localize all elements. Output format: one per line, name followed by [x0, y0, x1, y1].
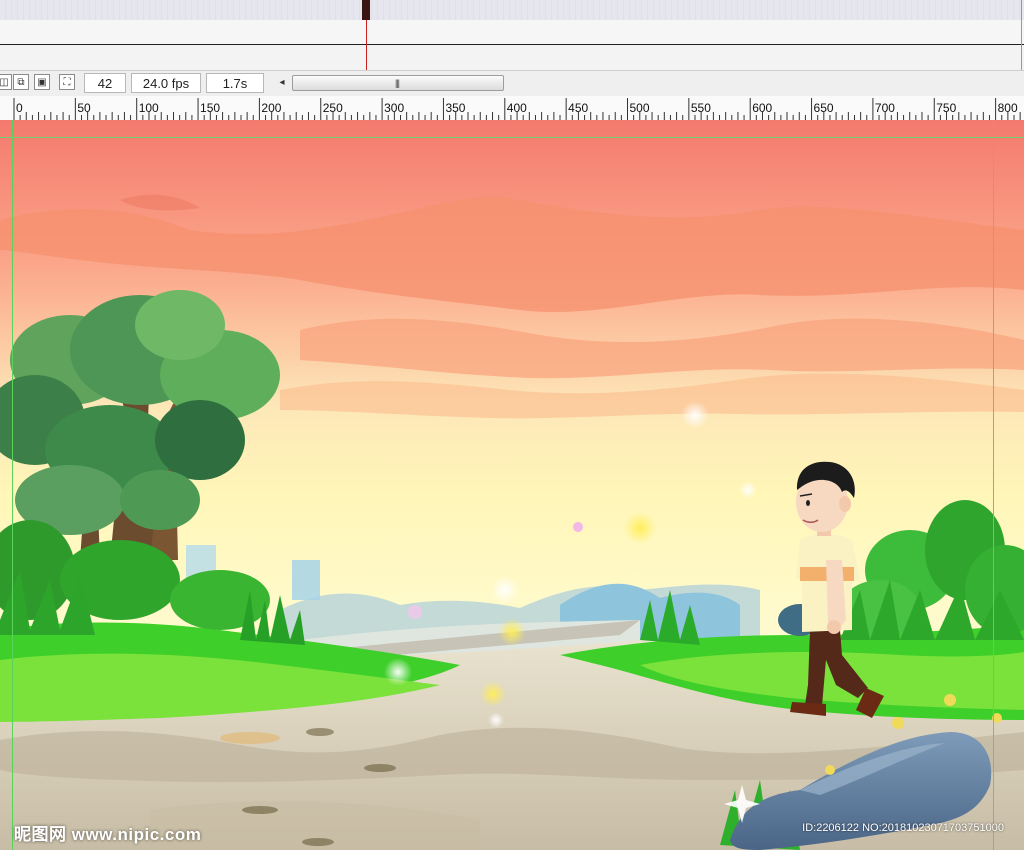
onion-skin-icon[interactable]: ⧉	[13, 74, 29, 90]
cartoon-scene	[0, 120, 1024, 850]
ruler-label: 700	[875, 101, 895, 115]
ruler-label: 650	[814, 101, 834, 115]
right-guide-line[interactable]	[993, 120, 994, 850]
ruler-label: 300	[384, 101, 404, 115]
ruler-label: 450	[568, 101, 588, 115]
ruler-ticks: 0 50 100 150 200 250 300 350 400 450 500 550 600 650 7…	[13, 98, 1021, 120]
current-frame-field[interactable]: 42	[84, 73, 126, 93]
ruler-label: 250	[323, 101, 343, 115]
timeline-border	[1021, 0, 1022, 70]
timeline-frame-header[interactable]	[0, 0, 1024, 21]
ruler-label: 500	[630, 101, 650, 115]
left-guide-line[interactable]	[12, 120, 13, 850]
ruler-label: 550	[691, 101, 711, 115]
playhead-line	[366, 20, 367, 70]
ruler-label: 600	[752, 101, 772, 115]
timeline-panel[interactable]	[0, 0, 1024, 70]
ruler-label: 350	[445, 101, 465, 115]
playhead-handle[interactable]	[362, 0, 370, 20]
timeline-layer-row[interactable]	[0, 20, 1024, 45]
timeline-scrollbar[interactable]: |||	[292, 75, 504, 91]
onion-skin-outlines-icon[interactable]: ▣	[34, 74, 50, 90]
ruler-label: 750	[936, 101, 956, 115]
id-watermark: ID:2206122 NO:20181023071703751000	[802, 822, 1004, 834]
ruler-label: 400	[507, 101, 527, 115]
top-guide-line[interactable]	[0, 137, 1024, 138]
timeline-empty-area	[0, 45, 1024, 70]
elapsed-time-field: 1.7s	[206, 73, 264, 93]
ruler-label: 50	[77, 101, 91, 115]
center-frame-icon[interactable]: ◫	[0, 74, 12, 90]
site-watermark: 昵图网 www.nipic.com	[14, 825, 202, 844]
stage-canvas[interactable]	[0, 120, 1024, 850]
edit-multiple-frames-icon[interactable]: ⛶	[59, 74, 75, 90]
timeline-status-bar: ◫ ⧉ ▣ ⛶ 42 24.0 fps 1.7s ◂ |||	[0, 70, 1024, 98]
ruler-label: 200	[261, 101, 281, 115]
frame-rate-field[interactable]: 24.0 fps	[131, 73, 201, 93]
horizontal-ruler[interactable]: 0 50 100 150 200 250 300 350 400 450 500 550 600 650 7…	[0, 96, 1024, 121]
ruler-label: 100	[139, 101, 159, 115]
scroll-left-arrow-icon[interactable]: ◂	[276, 75, 288, 91]
scrollbar-grip-icon[interactable]: |||	[391, 76, 403, 90]
ruler-label: 0	[16, 101, 23, 115]
ruler-label: 150	[200, 101, 220, 115]
ruler-label: 800	[998, 101, 1018, 115]
